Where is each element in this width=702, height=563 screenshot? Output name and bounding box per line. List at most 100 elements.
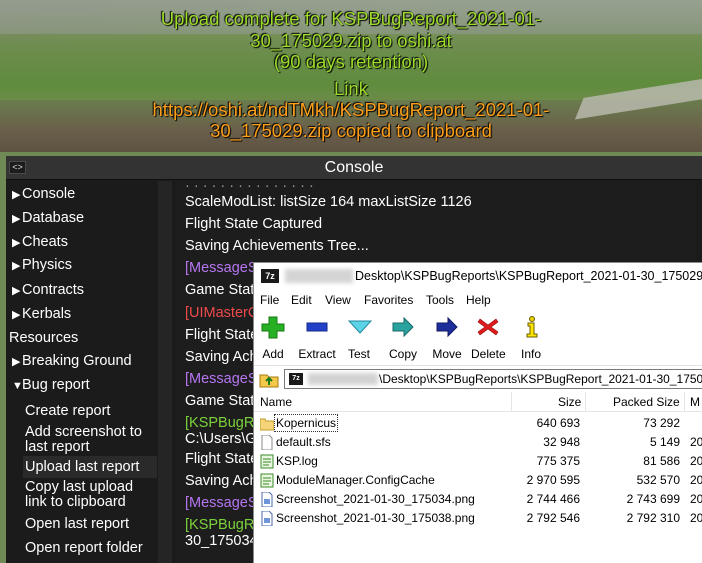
- sidebar-item-label: Database: [22, 210, 85, 226]
- folder-up-icon[interactable]: [258, 369, 280, 389]
- image-file-icon: [261, 492, 273, 507]
- open-report-folder-button[interactable]: Open report folder: [23, 537, 157, 560]
- log-line: Game State: [185, 282, 263, 298]
- log-line-partial: · · · · · · · · · · · · · · ·: [185, 181, 314, 194]
- log-line: [MessageS: [185, 260, 258, 276]
- menu-tools[interactable]: Tools: [426, 293, 454, 307]
- sidebar-item-cheats[interactable]: ▶ Cheats: [6, 230, 158, 254]
- log-line: ScaleModList: listSize 164 maxListSize 1…: [185, 194, 472, 210]
- log-line: [MessageS: [185, 371, 258, 387]
- add-screenshot-button[interactable]: Add screenshot to last report: [23, 423, 157, 457]
- notepad-icon: [260, 473, 274, 488]
- log-line: [KSPBugRe: [185, 517, 263, 533]
- sidebar-item-label: Physics: [22, 257, 72, 273]
- sevenzip-logo-icon: 7z: [289, 373, 303, 385]
- file-modified: 20: [690, 454, 702, 468]
- log-line: [MessageS: [185, 495, 258, 511]
- file-name: Screenshot_2021-01-30_175034.png: [276, 492, 475, 506]
- sidebar-item-physics[interactable]: ▶ Physics: [6, 253, 158, 277]
- file-modified: 20: [690, 435, 702, 449]
- copy-arrow-icon: [392, 316, 414, 338]
- column-header-packed-size[interactable]: Packed Size: [613, 395, 680, 409]
- sidebar-item-contracts[interactable]: ▶ Contracts: [6, 278, 158, 302]
- column-header-modified[interactable]: M: [690, 395, 700, 409]
- column-header-name[interactable]: Name: [260, 395, 292, 409]
- file-size: 32 948: [543, 435, 580, 449]
- column-separator[interactable]: [511, 392, 512, 412]
- menu-file[interactable]: File: [260, 293, 279, 307]
- plus-icon: [261, 316, 285, 339]
- folder-icon: [260, 418, 274, 431]
- log-line: C:\Users\G: [185, 431, 257, 447]
- sidebar-item-database[interactable]: ▶ Database: [6, 206, 158, 230]
- log-line: Saving Ach: [185, 473, 258, 489]
- file-row-screenshot-175038[interactable]: Screenshot_2021-01-30_175038.png 2 792 5…: [254, 509, 702, 528]
- file-row-default-sfs[interactable]: default.sfs 32 948 5 149 20: [254, 433, 702, 452]
- info-label: Info: [520, 347, 541, 361]
- menu-help[interactable]: Help: [466, 293, 491, 307]
- sidebar-item-breaking-ground[interactable]: ▶ Breaking Ground: [6, 349, 158, 373]
- file-row-ksp-log[interactable]: KSP.log 775 375 81 586 20: [254, 452, 702, 471]
- sidebar-item-label: Cheats: [22, 234, 68, 250]
- create-report-button[interactable]: Create report: [23, 399, 157, 424]
- log-line: [UIMasterC: [185, 305, 259, 321]
- sidebar-item-bug-report[interactable]: ▼Bug report: [6, 373, 158, 397]
- file-size: 640 693: [536, 416, 580, 430]
- upload-last-report-button[interactable]: Upload last report: [23, 456, 157, 479]
- upload-notice-line-2: 30_175029.zip to oshi.at: [250, 30, 452, 51]
- log-line: Flight State: [185, 451, 259, 467]
- column-separator[interactable]: [684, 392, 685, 412]
- triangle-right-icon: ▶: [12, 237, 21, 249]
- copy-upload-link-button[interactable]: Copy last upload link to clipboard: [23, 478, 157, 512]
- sidebar-item-kerbals[interactable]: ▶ Kerbals: [6, 302, 158, 326]
- log-line: Saving Ach: [185, 349, 258, 365]
- sidebar-scrollbar[interactable]: [158, 181, 172, 563]
- file-row-modulemanager-configcache[interactable]: ModuleManager.ConfigCache 2 970 595 532 …: [254, 471, 702, 490]
- column-separator[interactable]: [585, 392, 586, 412]
- move-button[interactable]: Move: [431, 315, 463, 361]
- file-list-header: Name Size Packed Size M: [254, 392, 702, 412]
- delete-button[interactable]: Delete: [471, 315, 506, 361]
- move-label: Move: [432, 347, 462, 361]
- triangle-right-icon: ▶: [12, 260, 21, 272]
- triangle-right-icon: ▶: [12, 189, 21, 201]
- archive-title-bar[interactable]: 7z Desktop\KSPBugReports\KSPBugReport_20…: [254, 263, 702, 289]
- copy-label: Copy: [388, 347, 417, 361]
- file-packed-size: 2 792 310: [626, 511, 680, 525]
- sidebar-item-label: Contracts: [22, 282, 85, 298]
- console-sidebar: ▶ Console ▶ Database ▶ Cheats ▶ Physics ▶ Con…: [6, 181, 158, 563]
- file-list: Name Size Packed Size M Kopernicus 640 6…: [254, 392, 702, 563]
- menu-edit[interactable]: Edit: [291, 293, 312, 307]
- test-button[interactable]: Test: [347, 315, 373, 361]
- open-last-report-button[interactable]: Open last report: [23, 513, 157, 536]
- sidebar-section-resources: Resources: [9, 330, 79, 346]
- extract-button[interactable]: Extract: [296, 315, 338, 361]
- file-name: ModuleManager.ConfigCache: [276, 473, 435, 487]
- file-row-kopernicus[interactable]: Kopernicus 640 693 73 292: [254, 414, 702, 433]
- address-text: \Desktop\KSPBugReports\KSPBugReport_2021…: [379, 372, 702, 386]
- file-size: 2 792 546: [526, 511, 580, 525]
- file-modified: 20: [690, 473, 702, 487]
- test-label: Test: [347, 347, 370, 361]
- menu-favorites[interactable]: Favorites: [364, 293, 413, 307]
- column-header-size[interactable]: Size: [558, 395, 581, 409]
- sidebar-item-console[interactable]: ▶ Console: [6, 182, 158, 206]
- file-modified: 20: [690, 511, 702, 525]
- notepad-icon: [260, 454, 274, 469]
- file-name: KSP.log: [276, 454, 318, 468]
- log-line: Flight State: [185, 327, 259, 343]
- file-size: 2 744 466: [526, 492, 580, 506]
- info-button[interactable]: Info: [519, 315, 543, 361]
- add-button[interactable]: Add: [259, 315, 287, 361]
- file-size: 775 375: [536, 454, 580, 468]
- file-row-screenshot-175034[interactable]: Screenshot_2021-01-30_175034.png 2 744 4…: [254, 490, 702, 509]
- copy-button[interactable]: Copy: [388, 315, 418, 361]
- file-packed-size: 5 149: [649, 435, 680, 449]
- console-title-bar[interactable]: <> Console: [6, 156, 702, 180]
- menu-view[interactable]: View: [325, 293, 351, 307]
- checkmark-icon: [347, 320, 373, 334]
- link-notice-line-1: https://oshi.at/ndTMkh/KSPBugReport_2021…: [152, 99, 550, 120]
- triangle-right-icon: ▶: [12, 285, 21, 297]
- address-input[interactable]: 7z \Desktop\KSPBugReports\KSPBugReport_2…: [284, 369, 702, 389]
- link-notice-line-2: 30_175029.zip copied to clipboard: [210, 120, 492, 141]
